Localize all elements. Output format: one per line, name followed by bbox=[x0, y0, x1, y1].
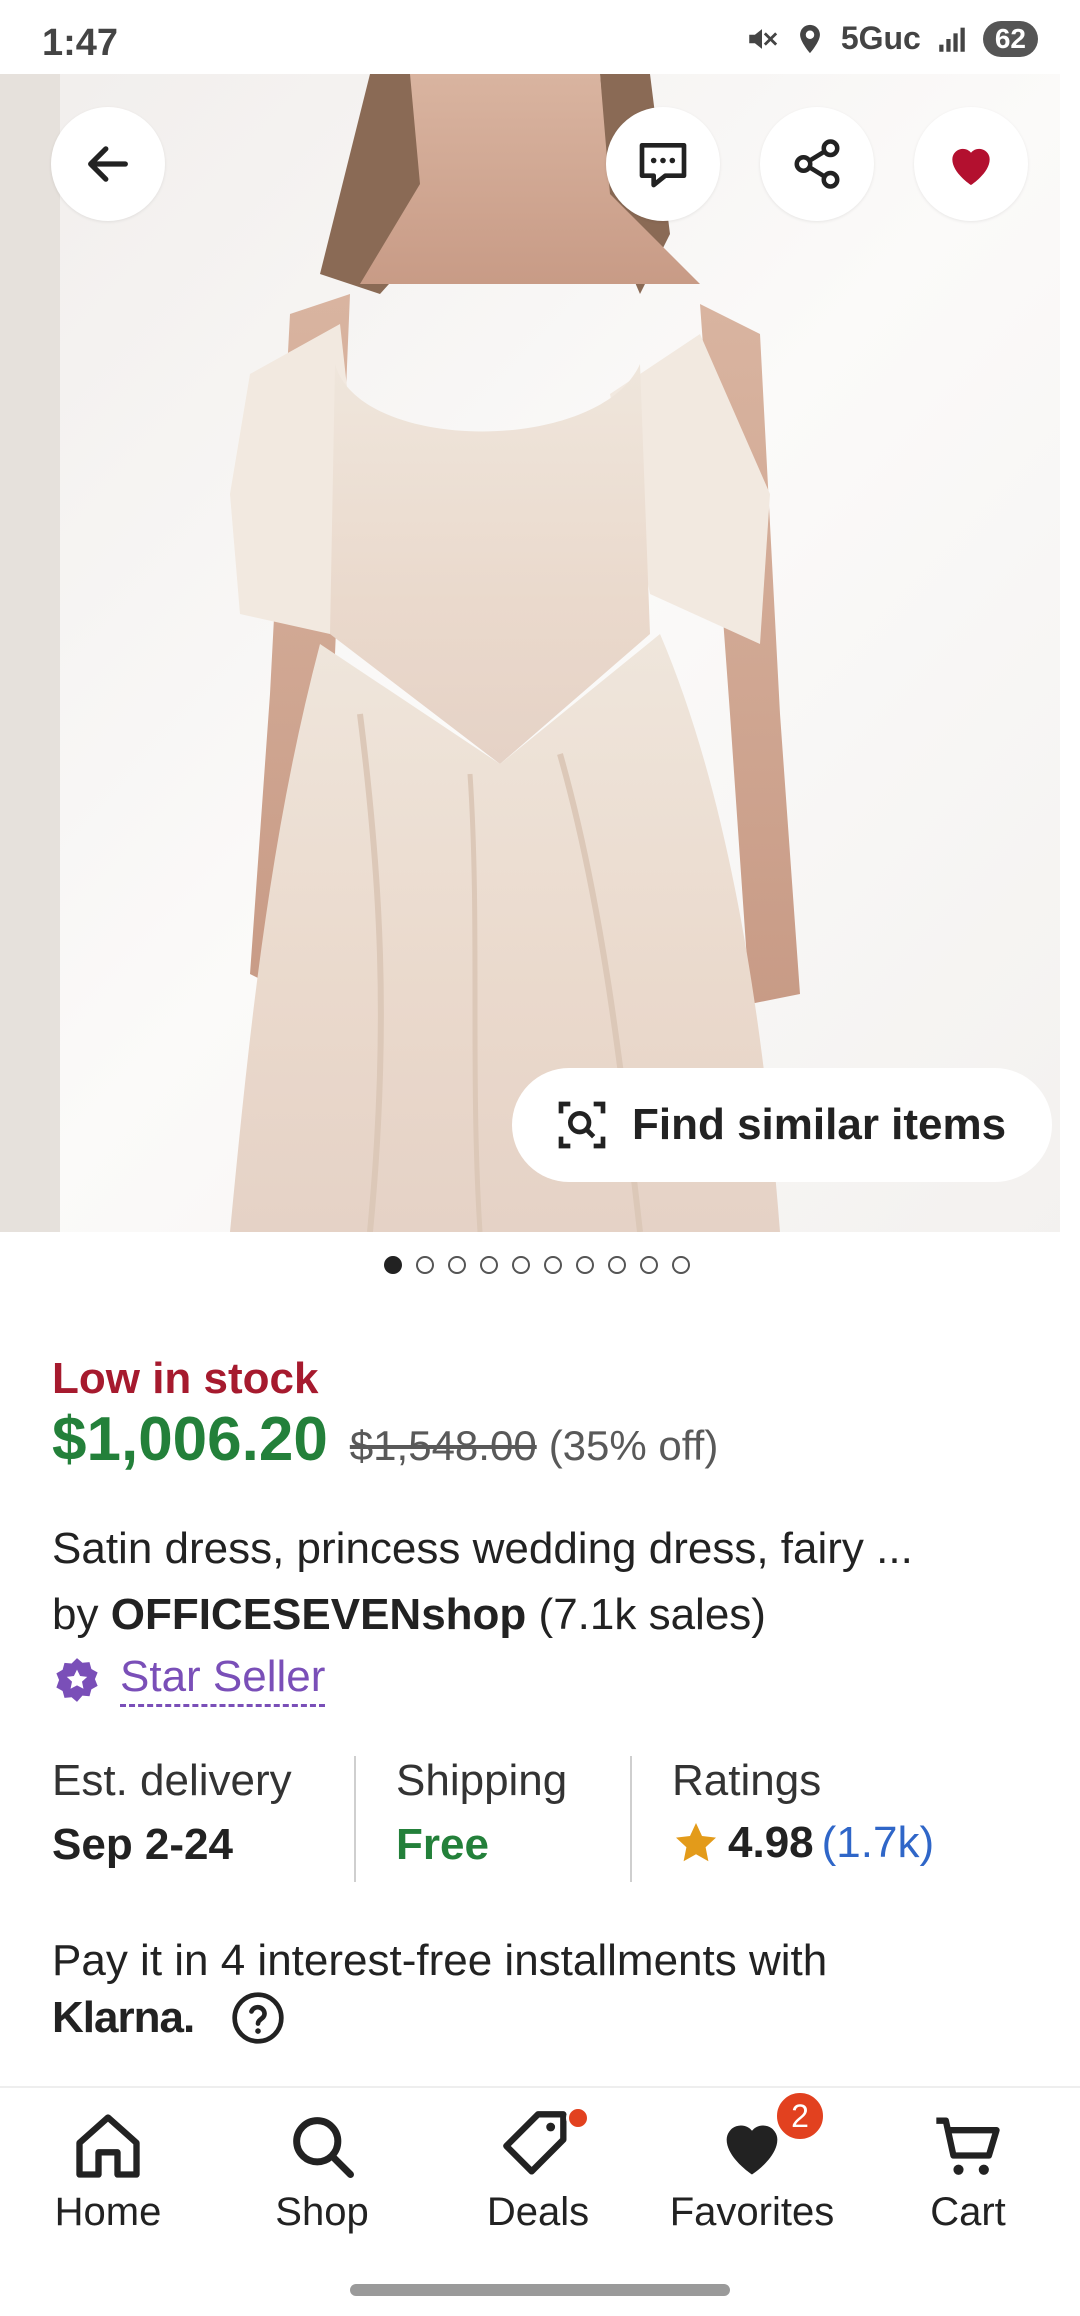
battery-indicator: 62 bbox=[982, 20, 1038, 57]
seller-prefix: by bbox=[52, 1590, 99, 1639]
listing-title[interactable]: Satin dress, princess wedding dress, fai… bbox=[52, 1524, 1032, 1574]
shipping-label: Shipping bbox=[396, 1756, 568, 1805]
klarna-message: Pay it in 4 interest-free installments w… bbox=[52, 1936, 828, 1985]
shop-name-link[interactable]: OFFICESEVENshop bbox=[111, 1590, 527, 1639]
signal-icon bbox=[939, 27, 965, 52]
shipping-value: Free bbox=[396, 1820, 489, 1869]
carousel-indicator bbox=[384, 1256, 690, 1274]
nav-shop[interactable]: Shop bbox=[222, 2108, 422, 2235]
carousel-dot[interactable] bbox=[512, 1256, 530, 1274]
divider bbox=[630, 1756, 632, 1882]
seller-line: by OFFICESEVENshop (7.1k sales) bbox=[52, 1590, 1040, 1640]
share-icon bbox=[794, 139, 840, 189]
nav-favorites[interactable]: 2 Favorites bbox=[652, 2090, 852, 2235]
klarna-logo: Klarna. bbox=[52, 1993, 195, 2042]
favorites-icon-wrap: 2 bbox=[714, 2090, 826, 2184]
low-stock-label: Low in stock bbox=[52, 1354, 319, 1403]
star-icon bbox=[676, 1823, 716, 1862]
find-similar-label: Find similar items bbox=[632, 1100, 1007, 1149]
message-icon bbox=[639, 143, 687, 188]
share-button[interactable] bbox=[760, 107, 874, 221]
find-similar-items-button[interactable]: Find similar items bbox=[512, 1068, 1052, 1182]
carousel-dot[interactable] bbox=[608, 1256, 626, 1274]
price-row: $1,006.20 $1,548.00 (35% off) bbox=[52, 1404, 1040, 1475]
carousel-dot[interactable] bbox=[544, 1256, 562, 1274]
search-icon bbox=[293, 2117, 354, 2178]
arrow-left-icon bbox=[88, 146, 128, 182]
deals-notification-dot bbox=[566, 2106, 590, 2130]
home-icon bbox=[76, 2114, 140, 2178]
favorite-button[interactable] bbox=[914, 107, 1028, 221]
nav-cart-label: Cart bbox=[930, 2190, 1006, 2234]
carousel-dot[interactable] bbox=[672, 1256, 690, 1274]
star-seller-icon bbox=[56, 1657, 98, 1702]
ratings-info[interactable]: Ratings 4.98 (1.7k) bbox=[672, 1756, 934, 1886]
carousel-dot[interactable] bbox=[384, 1256, 402, 1274]
status-icons: 5Guc 62 bbox=[745, 20, 1038, 57]
klarna-row: Klarna. bbox=[52, 1990, 1040, 2046]
cart-icon bbox=[936, 2117, 1000, 2175]
carousel-dot[interactable] bbox=[480, 1256, 498, 1274]
deals-icon-wrap bbox=[500, 2106, 590, 2184]
ratings-label: Ratings bbox=[672, 1756, 822, 1805]
back-button[interactable] bbox=[51, 107, 165, 221]
carousel-dot[interactable] bbox=[448, 1256, 466, 1274]
mute-icon bbox=[749, 28, 777, 49]
visual-search-icon bbox=[558, 1101, 606, 1149]
tag-icon bbox=[503, 2111, 567, 2175]
delivery-label: Est. delivery bbox=[52, 1756, 292, 1805]
star-seller-label: Star Seller bbox=[120, 1652, 326, 1707]
delivery-value: Sep 2-24 bbox=[52, 1820, 233, 1869]
nav-shop-label: Shop bbox=[275, 2190, 369, 2234]
product-photo bbox=[0, 74, 1080, 1232]
home-indicator[interactable] bbox=[350, 2284, 730, 2296]
estimated-delivery[interactable]: Est. delivery Sep 2-24 bbox=[52, 1756, 292, 1886]
listing-info-row: Est. delivery Sep 2-24 Shipping Free Rat… bbox=[52, 1756, 1042, 1886]
carousel-dot[interactable] bbox=[576, 1256, 594, 1274]
shop-sales-count: (7.1k sales) bbox=[538, 1590, 766, 1639]
shipping-info[interactable]: Shipping Free bbox=[396, 1756, 567, 1886]
product-image-carousel[interactable]: Find similar items bbox=[0, 74, 1080, 1232]
nav-home-label: Home bbox=[54, 2190, 162, 2234]
bottom-navigation: Home Shop Deals 2 Favorites Cart bbox=[0, 2086, 1080, 2316]
rating-line: 4.98 (1.7k) bbox=[672, 1818, 934, 1868]
carousel-dot[interactable] bbox=[416, 1256, 434, 1274]
divider bbox=[354, 1756, 356, 1882]
status-bar: 1:47 5Guc 62 bbox=[0, 0, 1080, 74]
rating-count-link[interactable]: (1.7k) bbox=[822, 1818, 934, 1868]
message-seller-button[interactable] bbox=[606, 107, 720, 221]
nav-cart[interactable]: Cart bbox=[868, 2108, 1068, 2235]
network-label: 5Guc bbox=[840, 20, 921, 56]
sale-price: $1,006.20 bbox=[52, 1405, 328, 1474]
nav-favorites-label: Favorites bbox=[669, 2190, 835, 2234]
nav-deals-label: Deals bbox=[486, 2190, 590, 2234]
status-time: 1:47 bbox=[42, 22, 119, 64]
carousel-dot[interactable] bbox=[640, 1256, 658, 1274]
rating-value: 4.98 bbox=[728, 1818, 814, 1867]
nav-home[interactable]: Home bbox=[8, 2108, 208, 2235]
original-price: $1,548.00 bbox=[349, 1422, 537, 1469]
star-seller-badge[interactable]: Star Seller bbox=[52, 1652, 1040, 1707]
favorites-count-badge: 2 bbox=[774, 2090, 826, 2142]
help-icon[interactable] bbox=[230, 1990, 286, 2046]
location-icon bbox=[799, 24, 820, 53]
discount-label: (35% off) bbox=[548, 1422, 719, 1469]
heart-filled-icon bbox=[952, 148, 990, 185]
nav-deals[interactable]: Deals bbox=[438, 2106, 638, 2235]
